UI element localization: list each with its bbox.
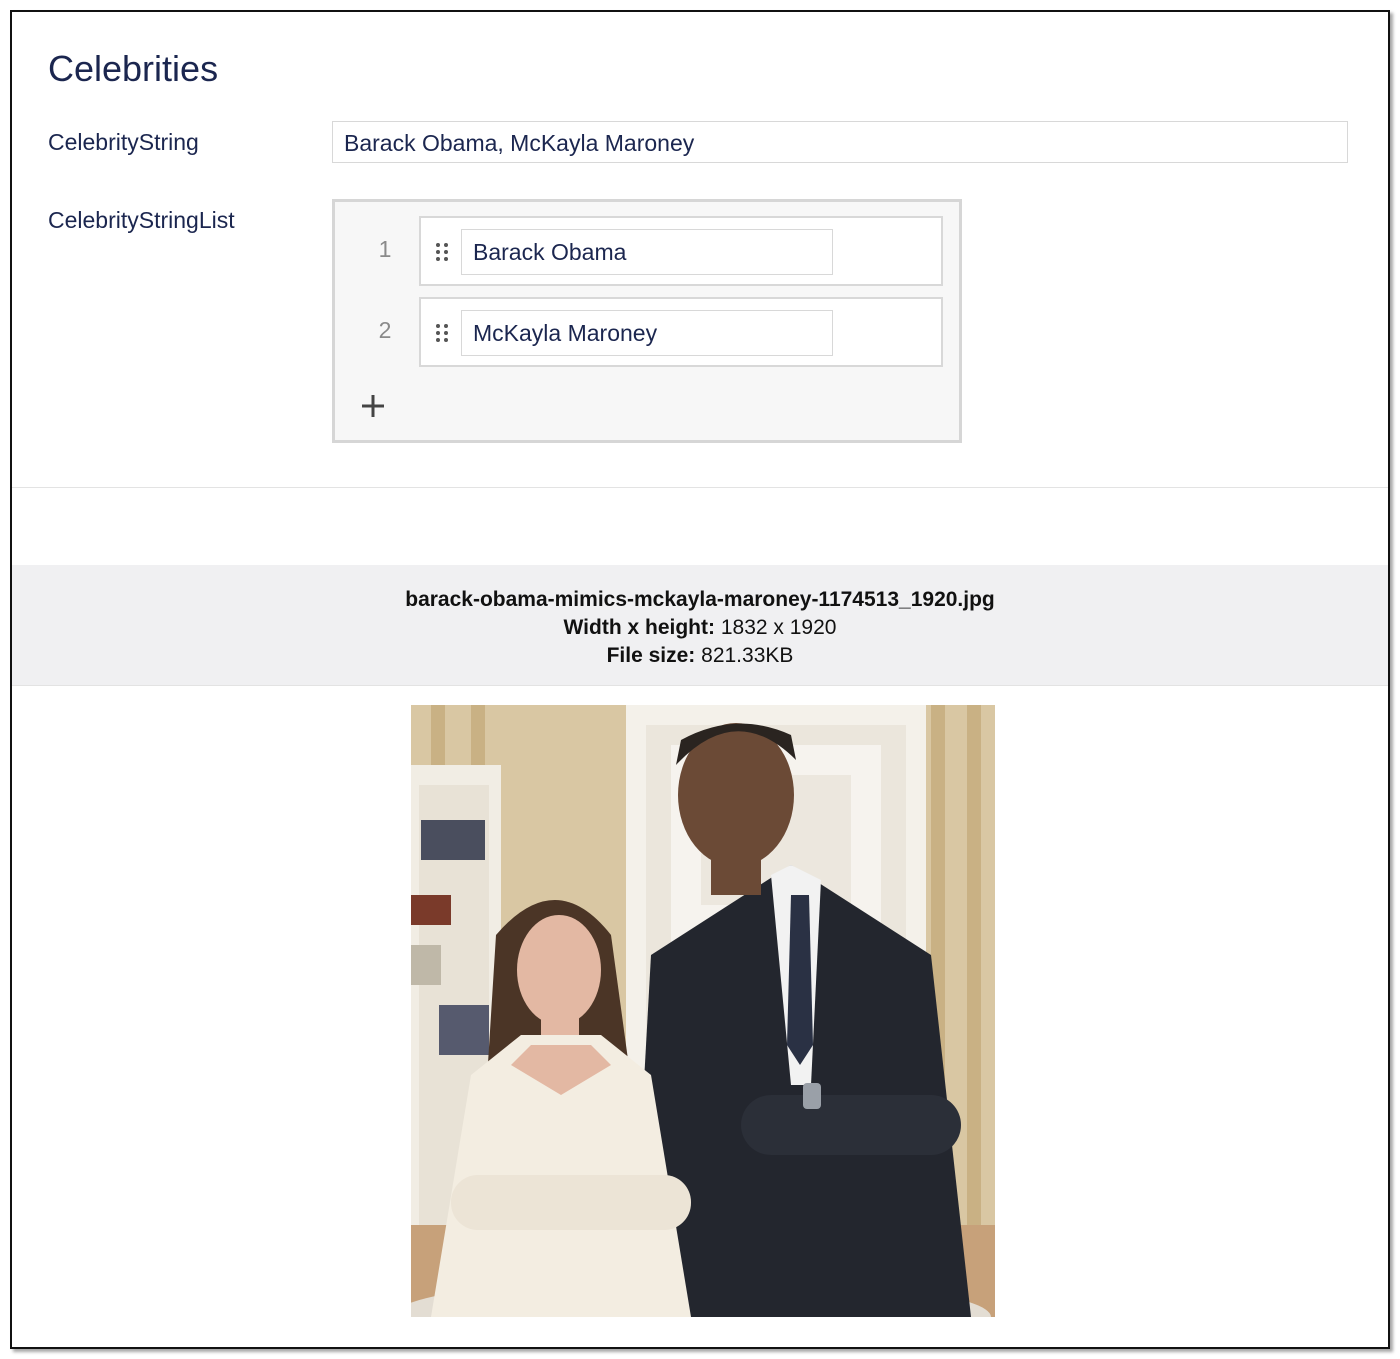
add-item-button[interactable] [359,392,387,420]
drag-handle-icon[interactable] [435,323,449,343]
list-item-card: Barack Obama [419,216,943,286]
list-item: 2 McKayla Maroney [335,297,955,369]
dimensions-label: Width x height: [563,616,715,639]
image-filename: barack-obama-mimics-mckayla-maroney-1174… [405,588,995,611]
drag-handle-icon[interactable] [435,242,449,262]
filesize-label: File size: [606,644,696,667]
list-item-input[interactable]: McKayla Maroney [461,310,833,356]
list-item-input[interactable]: Barack Obama [461,229,833,275]
list-item-index: 2 [378,317,392,343]
list-item-card: McKayla Maroney [419,297,943,367]
celebrity-string-input[interactable]: Barack Obama, McKayla Maroney [332,121,1348,163]
dimensions-value: 1832 x 1920 [720,616,837,639]
string-list-container: 1 Barack Obama 2 McKayla Maroney [332,199,962,443]
celebrity-string-list-label: CelebrityStringList [48,207,235,233]
section-title: Celebrities [48,48,219,89]
section-divider [12,487,1388,488]
image-info-bar: barack-obama-mimics-mckayla-maroney-1174… [12,565,1388,686]
list-item-index: 1 [378,236,392,262]
editor-panel: Celebrities CelebrityString Barack Obama… [10,10,1390,1349]
list-item: 1 Barack Obama [335,216,955,288]
image-preview [411,705,995,1317]
celebrity-string-label: CelebrityString [48,129,199,155]
filesize-value: 821.33KB [701,644,794,667]
